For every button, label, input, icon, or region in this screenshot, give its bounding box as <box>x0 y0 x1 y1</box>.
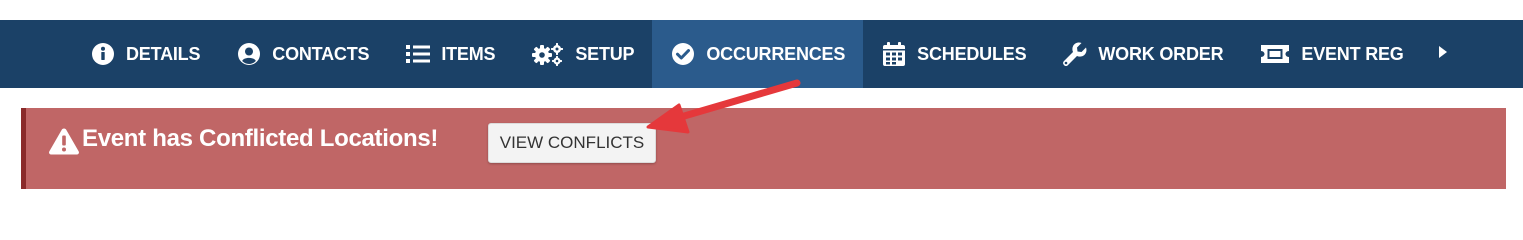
list-icon <box>405 41 431 67</box>
tab-details[interactable]: DETAILS <box>72 20 218 88</box>
tab-label: CONTACTS <box>272 43 370 64</box>
tab-label: ITEMS <box>441 43 496 64</box>
alert-message: Event has Conflicted Locations! <box>82 125 439 152</box>
tab-event-reg[interactable]: EVENT REG <box>1241 20 1421 88</box>
ticket-icon <box>1259 41 1291 67</box>
conflict-alert: Event has Conflicted Locations! VIEW CON… <box>21 108 1506 189</box>
tabs-scroll-right-button[interactable] <box>1422 20 1462 88</box>
calendar-icon <box>881 41 907 67</box>
check-circle-icon <box>670 41 696 67</box>
info-circle-icon <box>90 41 116 67</box>
tab-label: WORK ORDER <box>1098 43 1224 64</box>
tab-setup[interactable]: SETUP <box>513 20 652 88</box>
page: DETAILS CONTACTS ITEMS SETUP OCCURRENCES… <box>0 0 1523 210</box>
view-conflicts-button[interactable]: VIEW CONFLICTS <box>488 123 656 163</box>
tab-contacts[interactable]: CONTACTS <box>218 20 387 88</box>
tab-label: OCCURRENCES <box>706 43 846 64</box>
wrench-icon <box>1062 41 1088 67</box>
warning-triangle-icon <box>48 127 82 157</box>
user-circle-icon <box>236 41 262 67</box>
event-tab-bar: DETAILS CONTACTS ITEMS SETUP OCCURRENCES… <box>0 20 1523 88</box>
gears-icon <box>531 41 565 67</box>
tab-items[interactable]: ITEMS <box>387 20 513 88</box>
tab-work-order[interactable]: WORK ORDER <box>1044 20 1241 88</box>
tab-schedules[interactable]: SCHEDULES <box>863 20 1044 88</box>
caret-right-icon <box>1438 45 1448 64</box>
tab-label: EVENT REG <box>1301 43 1404 64</box>
tab-occurrences[interactable]: OCCURRENCES <box>652 20 864 88</box>
tab-label: DETAILS <box>126 43 201 64</box>
tab-label: SCHEDULES <box>917 43 1027 64</box>
tab-label: SETUP <box>575 43 635 64</box>
